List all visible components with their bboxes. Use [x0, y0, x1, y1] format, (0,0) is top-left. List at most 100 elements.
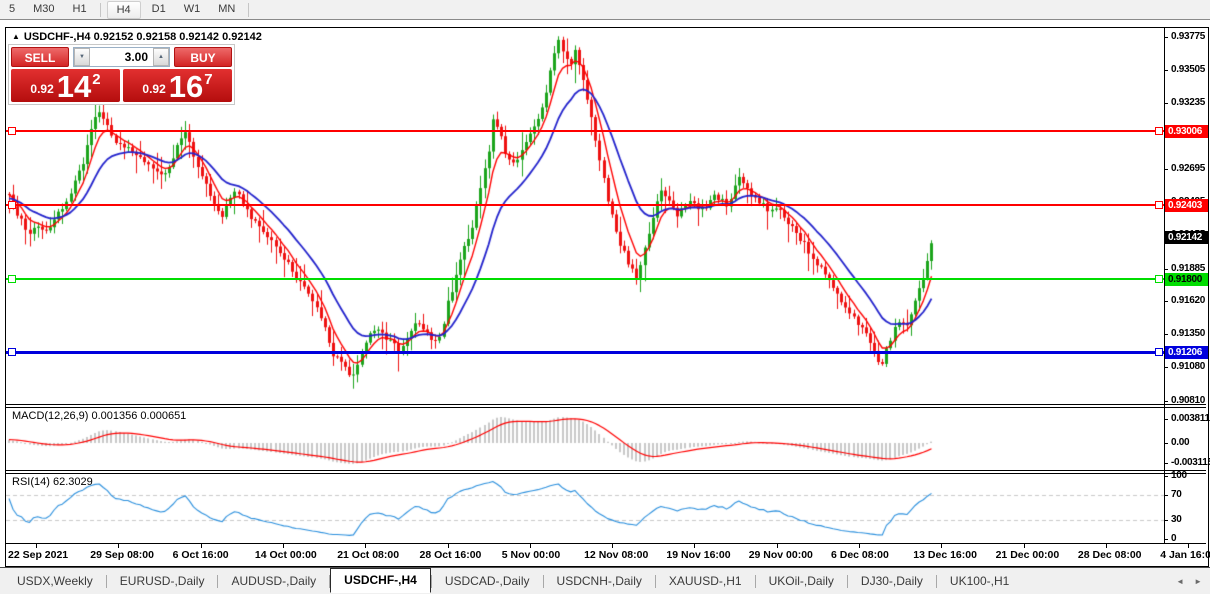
price-axis-tick: 0.91350 — [1171, 328, 1206, 340]
macd-name: MACD(12,26,9) — [12, 410, 89, 422]
tab-scroll-arrows: ◄ ► — [1176, 568, 1202, 595]
date-axis: 22 Sep 2021 29 Sep 08:00 6 Oct 16:00 14 Oct… — [6, 544, 1210, 565]
line-handle[interactable] — [1155, 127, 1163, 135]
date-axis-tick — [941, 544, 943, 548]
mt4-terminal: { "icons": { "collapse": "▲", "volume_do… — [0, 0, 1210, 594]
axis-tick-mark — [1164, 169, 1168, 170]
toolbar-separator — [99, 2, 101, 17]
line-handle[interactable] — [8, 275, 16, 284]
date-axis-label: 29 Sep 08:00 — [90, 549, 154, 561]
sell-price-button[interactable]: 0.92 14 2 — [11, 69, 120, 102]
tab-dj30-daily[interactable]: DJ30-,Daily — [848, 569, 936, 593]
sell-price-prefix: 0.92 — [30, 82, 54, 96]
macd-axis-label: 0.00 — [1171, 437, 1190, 448]
sell-price-pip: 2 — [92, 71, 101, 88]
buy-button[interactable]: BUY — [174, 47, 232, 67]
timeframe-W1[interactable]: W1 — [175, 0, 210, 19]
date-axis-tick — [365, 544, 367, 548]
axis-tick-mark — [1164, 367, 1168, 368]
line-handle[interactable] — [1155, 275, 1163, 284]
buy-price-pip: 7 — [204, 71, 213, 88]
horizontal-level-line[interactable] — [6, 278, 1164, 281]
tab-usdchf-h4[interactable]: USDCHF-,H4 — [330, 567, 431, 593]
tab-eurusd-daily[interactable]: EURUSD-,Daily — [107, 569, 218, 593]
line-handle[interactable] — [8, 201, 16, 210]
rsi-label: RSI(14) 62.3029 — [12, 476, 93, 488]
date-axis-label: 14 Oct 00:00 — [254, 549, 317, 561]
tab-scroll-left-icon[interactable]: ◄ — [1176, 577, 1184, 586]
line-handle[interactable] — [1155, 201, 1163, 210]
macd-panel[interactable]: MACD(12,26,9) 0.001356 0.000651 — [6, 408, 1164, 470]
tab-usdcad-daily[interactable]: USDCAD-,Daily — [432, 569, 543, 593]
date-axis-label: 21 Dec 00:00 — [995, 549, 1060, 561]
volume-decrease-button[interactable]: ▼ — [74, 48, 90, 66]
buy-price-prefix: 0.92 — [142, 82, 166, 96]
price-level-tag: 0.92403 — [1165, 198, 1208, 212]
timeframe-toolbar: 5 M30 H1 H4 D1 W1 MN — [0, 0, 1210, 20]
line-handle[interactable] — [8, 127, 16, 135]
axis-tick-mark — [1164, 301, 1168, 302]
tab-uk100-h1[interactable]: UK100-,H1 — [937, 569, 1022, 593]
volume-increase-button[interactable]: ▲ — [153, 48, 169, 66]
date-axis-label: 12 Nov 08:00 — [584, 549, 649, 561]
axis-tick-mark — [1164, 419, 1168, 420]
axis-tick-mark — [1164, 103, 1168, 104]
date-axis-label: 28 Dec 08:00 — [1077, 549, 1142, 561]
sell-button[interactable]: SELL — [11, 47, 69, 67]
timeframe-MN[interactable]: MN — [209, 0, 244, 19]
price-axis-tick: 0.93235 — [1171, 96, 1206, 108]
current-price-tag: 0.92142 — [1165, 230, 1208, 244]
rsi-canvas — [6, 474, 1164, 543]
buy-price-main: 16 — [168, 69, 204, 104]
rsi-panel[interactable]: RSI(14) 62.3029 — [6, 474, 1164, 543]
price-axis-tick: 0.92695 — [1171, 163, 1206, 175]
tab-scroll-right-icon[interactable]: ► — [1194, 577, 1202, 586]
line-handle[interactable] — [8, 348, 16, 356]
sell-price-main: 14 — [56, 69, 92, 104]
chart-symbol-timeframe: USDCHF-,H4 — [23, 31, 91, 43]
timeframe-M30[interactable]: M30 — [24, 0, 63, 19]
chart-ohlc-values: 0.92152 0.92158 0.92142 0.92142 — [93, 31, 262, 43]
timeframe-H1[interactable]: H1 — [64, 0, 96, 19]
date-axis-tick — [859, 544, 860, 548]
date-axis-tick — [1105, 544, 1107, 548]
date-axis-label: 13 Dec 16:00 — [913, 549, 977, 561]
price-level-tag: 0.91206 — [1165, 345, 1208, 359]
tab-xauusd-h1[interactable]: XAUUSD-,H1 — [656, 569, 755, 593]
buy-price-button[interactable]: 0.92 16 7 — [123, 69, 232, 102]
date-axis-tick — [1188, 544, 1190, 548]
tab-audusd-daily[interactable]: AUDUSD-,Daily — [218, 569, 329, 593]
rsi-axis-label: 30 — [1171, 514, 1182, 526]
price-axis-tick: 0.90810 — [1171, 394, 1206, 406]
price-axis-tick: 0.91080 — [1171, 361, 1206, 373]
timeframe-D1[interactable]: D1 — [143, 0, 175, 19]
date-axis-label: 6 Dec 08:00 — [831, 549, 889, 561]
rsi-name: RSI(14) — [12, 476, 50, 488]
tab-usdcnh-daily[interactable]: USDCNH-,Daily — [544, 569, 655, 593]
axis-tick-mark — [1164, 401, 1168, 402]
price-axis-tick: 0.91620 — [1171, 295, 1206, 307]
tab-ukoil-daily[interactable]: UKOil-,Daily — [756, 569, 847, 593]
horizontal-level-line[interactable] — [6, 350, 1164, 354]
date-axis-tick — [612, 544, 614, 548]
chart-window: ▲ USDCHF-,H4 0.92152 0.92158 0.92142 0.92… — [5, 27, 1210, 567]
tab-usdx-weekly[interactable]: USDX,Weekly — [4, 569, 106, 593]
date-axis-label: 19 Nov 16:00 — [666, 549, 731, 561]
date-axis-label: 5 Nov 00:00 — [501, 549, 561, 561]
date-axis-tick — [1023, 544, 1025, 548]
timeframe-H4[interactable]: H4 — [106, 0, 141, 19]
price-axis-border — [1164, 28, 1165, 544]
price-level-tag: 0.91800 — [1165, 272, 1208, 286]
axis-tick-mark — [1164, 539, 1168, 540]
line-handle[interactable] — [1155, 348, 1163, 356]
volume-input[interactable] — [90, 48, 153, 66]
horizontal-level-line[interactable] — [6, 204, 1164, 207]
chart-tab-bar: USDX,Weekly EURUSD-,Daily AUDUSD-,Daily USD… — [0, 567, 1210, 594]
timeframe-5[interactable]: 5 — [0, 0, 24, 19]
date-axis-tick — [447, 544, 449, 548]
collapse-panel-icon[interactable]: ▲ — [12, 32, 20, 41]
axis-tick-mark — [1164, 495, 1168, 496]
toolbar-separator — [248, 2, 250, 17]
rsi-axis-label: 0 — [1171, 533, 1177, 544]
horizontal-level-line[interactable] — [6, 130, 1164, 132]
